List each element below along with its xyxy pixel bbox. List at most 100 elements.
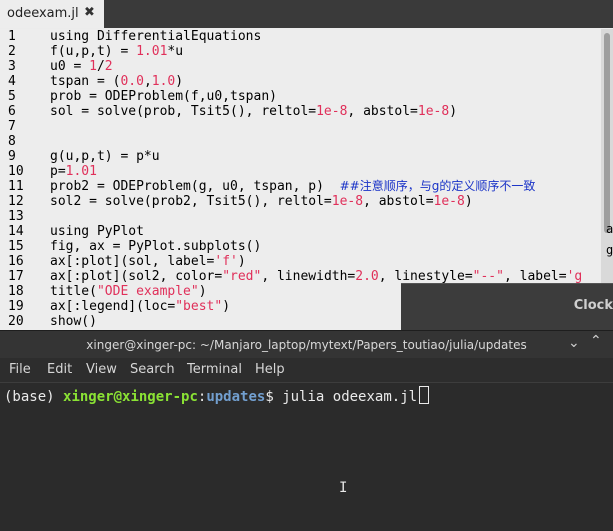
code-token: sol2 = solve(prob2, Tsit5(), reltol= bbox=[50, 194, 332, 209]
code-token: ) bbox=[237, 254, 246, 269]
code-literal: "best" bbox=[175, 299, 223, 314]
code-token: ax[:plot](sol, label= bbox=[50, 254, 215, 269]
code-line[interactable]: g(u,p,t) = p*u bbox=[50, 149, 160, 164]
code-line[interactable]: prob2 = ODEProblem(g, u0, tspan, p) ##注意… bbox=[50, 179, 535, 194]
line-number: 19 bbox=[8, 299, 24, 314]
command-text: julia odeexam.jl bbox=[282, 389, 418, 405]
tab-label: odeexam.jl bbox=[7, 6, 79, 21]
code-line[interactable]: prob = ODEProblem(f,u0,tspan) bbox=[50, 89, 277, 104]
code-line[interactable]: using DifferentialEquations bbox=[50, 29, 261, 44]
code-literal: 'g bbox=[566, 269, 583, 284]
line-number: 20 bbox=[8, 314, 24, 329]
line-number: 8 bbox=[8, 134, 16, 149]
code-literal: 'f' bbox=[214, 254, 238, 269]
tab-odeexam[interactable]: odeexam.jl ✖ bbox=[0, 0, 104, 28]
edge-text-g: g bbox=[606, 243, 613, 257]
line-number: 3 bbox=[8, 59, 16, 74]
line-number: 10 bbox=[8, 164, 24, 179]
code-line[interactable]: ax[:plot](sol2, color="red", linewidth=2… bbox=[50, 269, 582, 284]
code-token: fig, ax = PyPlot.subplots() bbox=[50, 239, 262, 254]
code-literal: 1.01 bbox=[65, 164, 97, 179]
code-line[interactable]: using PyPlot bbox=[50, 224, 144, 239]
line-number: 6 bbox=[8, 104, 16, 119]
line-number: 11 bbox=[8, 179, 24, 194]
line-number: 2 bbox=[8, 44, 16, 59]
line-number: 7 bbox=[8, 119, 16, 134]
code-token: prob = ODEProblem(f,u0,tspan) bbox=[50, 89, 277, 104]
code-token: title( bbox=[50, 284, 97, 299]
editor-tabbar: odeexam.jl ✖ bbox=[0, 0, 613, 28]
menu-view[interactable]: View bbox=[86, 362, 117, 377]
code-token: ) bbox=[222, 299, 231, 314]
code-line[interactable]: sol2 = solve(prob2, Tsit5(), reltol=1e-8… bbox=[50, 194, 473, 209]
code-token: ) bbox=[449, 104, 458, 119]
line-number: 14 bbox=[8, 224, 24, 239]
code-literal: 1.0 bbox=[151, 74, 176, 89]
code-line[interactable]: fig, ax = PyPlot.subplots() bbox=[50, 239, 261, 254]
scrollbar-thumb[interactable] bbox=[604, 33, 610, 233]
code-token: p= bbox=[50, 164, 66, 179]
code-line[interactable]: show() bbox=[50, 314, 97, 329]
code-token: / bbox=[96, 59, 105, 74]
terminal-body[interactable]: (base) xinger@xinger-pc:updates$ julia o… bbox=[0, 382, 613, 531]
code-token: , abstol= bbox=[347, 104, 418, 119]
code-literal: "red" bbox=[222, 269, 262, 284]
terminal-titlebar[interactable]: xinger@xinger-pc: ~/Manjaro_laptop/mytex… bbox=[0, 330, 613, 359]
code-line[interactable]: tspan = (0.0,1.0) bbox=[50, 74, 183, 89]
terminal-prompt: (base) xinger@xinger-pc:updates$ julia o… bbox=[4, 386, 430, 405]
code-token: tspan = ( bbox=[50, 74, 121, 89]
terminal-title: xinger@xinger-pc: ~/Manjaro_laptop/mytex… bbox=[86, 338, 527, 352]
prompt-dollar: $ bbox=[265, 389, 283, 405]
code-line[interactable]: f(u,p,t) = 1.01*u bbox=[50, 44, 183, 59]
line-number: 12 bbox=[8, 194, 24, 209]
code-token: u0 = bbox=[50, 59, 90, 74]
code-token: show() bbox=[50, 314, 97, 329]
code-line[interactable]: ax[:legend](loc="best") bbox=[50, 299, 230, 314]
code-token: sol = solve(prob, Tsit5(), reltol= bbox=[50, 104, 317, 119]
code-literal: 1e-8 bbox=[331, 194, 364, 209]
menu-edit[interactable]: Edit bbox=[47, 362, 72, 377]
minimize-icon[interactable]: ⌄ bbox=[568, 335, 580, 351]
line-number: 17 bbox=[8, 269, 24, 284]
code-line[interactable]: sol = solve(prob, Tsit5(), reltol=1e-8, … bbox=[50, 104, 457, 119]
code-comment: ##注意顺序，与g的定义顺序不一致 bbox=[339, 179, 536, 193]
line-number: 1 bbox=[8, 29, 16, 44]
line-number: 5 bbox=[8, 89, 16, 104]
code-token: using PyPlot bbox=[50, 224, 144, 239]
code-line[interactable]: u0 = 1/2 bbox=[50, 59, 113, 74]
code-literal: 0.0 bbox=[120, 74, 144, 89]
code-token: , bbox=[143, 74, 152, 89]
code-line[interactable]: title("ODE example") bbox=[50, 284, 207, 299]
code-literal: 1 bbox=[89, 59, 97, 74]
code-token: using DifferentialEquations bbox=[50, 29, 262, 44]
edge-text-a: a bbox=[606, 222, 613, 236]
menu-file[interactable]: File bbox=[9, 362, 31, 377]
code-token: ax[:legend](loc= bbox=[50, 299, 176, 314]
code-token: ) bbox=[464, 194, 473, 209]
code-line[interactable]: p=1.01 bbox=[50, 164, 97, 179]
prompt-path: updates bbox=[206, 389, 266, 405]
close-icon[interactable]: ✖ bbox=[84, 5, 95, 20]
line-number: 9 bbox=[8, 149, 16, 164]
code-token: , linewidth= bbox=[261, 269, 356, 284]
code-token: *u bbox=[167, 44, 184, 59]
maximize-icon[interactable]: ⌃ bbox=[590, 333, 602, 349]
code-literal: 1.01 bbox=[136, 44, 168, 59]
code-line[interactable]: ax[:plot](sol, label='f') bbox=[50, 254, 246, 269]
code-literal: 2.0 bbox=[355, 269, 379, 284]
clock-window[interactable]: Clock bbox=[401, 283, 613, 334]
code-literal: 1e-8 bbox=[433, 194, 465, 209]
line-number: 4 bbox=[8, 74, 16, 89]
code-token: , linestyle= bbox=[378, 269, 473, 284]
menu-help[interactable]: Help bbox=[255, 362, 285, 377]
code-literal: "ODE example" bbox=[96, 284, 199, 299]
line-number: 16 bbox=[8, 254, 24, 269]
code-literal: 1e-8 bbox=[316, 104, 348, 119]
prompt-user: xinger@xinger-pc bbox=[63, 389, 198, 405]
code-token: ) bbox=[175, 74, 184, 89]
menu-search[interactable]: Search bbox=[130, 362, 175, 377]
menu-terminal[interactable]: Terminal bbox=[187, 362, 242, 377]
line-number: 15 bbox=[8, 239, 24, 254]
code-literal: 2 bbox=[104, 59, 113, 74]
terminal-menubar: File Edit View Search Terminal Help bbox=[0, 358, 613, 382]
